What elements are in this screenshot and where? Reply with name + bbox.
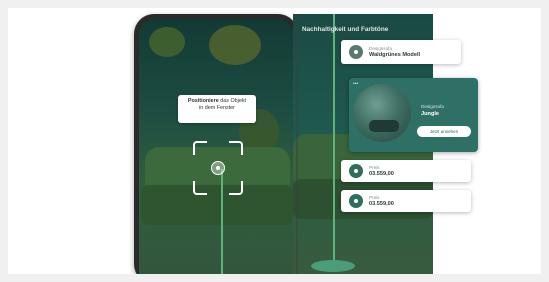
lamp-base xyxy=(311,260,355,272)
featured-category: Designsofa xyxy=(421,104,444,109)
product-icon xyxy=(349,45,363,59)
frame-corner xyxy=(229,141,243,155)
price-card[interactable]: Preis 03.559,00 xyxy=(341,190,471,212)
instruction-bold: Positioniere xyxy=(187,98,219,104)
frame-corner xyxy=(229,181,243,195)
camera-view[interactable]: Positioniere das Objekt in dem Fenster xyxy=(139,19,293,274)
featured-name: Jungle xyxy=(421,111,440,117)
instruction-text: das Objekt xyxy=(220,98,247,104)
plant-decoration xyxy=(209,25,261,65)
target-icon[interactable] xyxy=(211,161,225,175)
photo-sofa xyxy=(369,120,399,132)
screenshot-frame: Positioniere das Objekt in dem Fenster N… xyxy=(8,8,541,274)
section-title: Nachhaltigkeit und Farbtöne xyxy=(302,26,389,33)
price-label: Preis xyxy=(369,195,380,200)
price-value: 03.559,00 xyxy=(369,171,394,177)
product-icon xyxy=(349,194,363,208)
plant-decoration xyxy=(149,27,185,57)
product-category: Designsofa xyxy=(369,46,392,51)
frame-corner xyxy=(193,181,207,195)
product-photo xyxy=(353,84,411,142)
price-label: Preis xyxy=(369,165,380,170)
featured-product-card[interactable]: ••• Designsofa Jungle Jetzt ansehen xyxy=(349,78,478,152)
price-value: 03.559,00 xyxy=(369,201,394,207)
price-card[interactable]: Preis 03.559,00 xyxy=(341,160,471,182)
menu-dots-icon[interactable]: ••• xyxy=(353,81,358,87)
placement-frame[interactable] xyxy=(193,141,243,195)
instruction-text-2: in dem Fenster xyxy=(199,105,235,111)
product-card[interactable]: Designsofa Waldgrünes Modell xyxy=(341,40,461,64)
view-product-button[interactable]: Jetzt ansehen xyxy=(417,126,471,137)
instruction-tooltip: Positioniere das Objekt in dem Fenster xyxy=(178,95,256,123)
lamp-pole xyxy=(333,14,335,264)
product-name: Waldgrünes Modell xyxy=(369,52,421,58)
frame-corner xyxy=(193,141,207,155)
phone-edge xyxy=(296,16,298,274)
product-icon xyxy=(349,164,363,178)
phone-mockup: Positioniere das Objekt in dem Fenster xyxy=(134,14,298,274)
